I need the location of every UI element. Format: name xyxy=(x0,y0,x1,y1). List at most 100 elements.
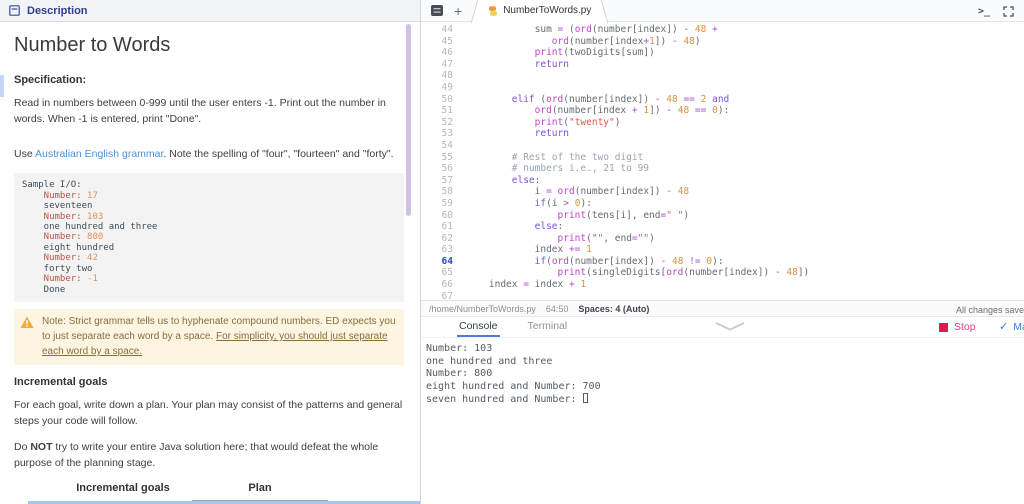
line-number: 52 xyxy=(441,116,453,128)
code-line[interactable]: 45 ord(number[index+1]) - 48) xyxy=(421,36,1024,48)
stop-icon xyxy=(939,322,948,332)
code-line[interactable]: 52 print("twenty") xyxy=(421,117,1024,129)
sample-io-line: Done xyxy=(22,284,66,295)
console-tab-bar: Console Terminal Stop ✓ Mark as Complete… xyxy=(421,317,1024,338)
goals-column-header: Incremental goals xyxy=(76,481,170,494)
line-number: 65 xyxy=(441,267,453,279)
code-line[interactable]: 66 index = index + 1 xyxy=(421,279,1024,291)
fullscreen-icon[interactable] xyxy=(1003,5,1014,17)
code-line[interactable]: 61 else: xyxy=(421,221,1024,233)
line-number: 60 xyxy=(441,209,453,221)
console-cursor xyxy=(582,393,588,404)
note-box: Note: Strict grammar tells us to hyphena… xyxy=(14,308,404,365)
console-output[interactable]: Number: 103 one hundred and three Number: … xyxy=(421,339,1024,504)
plan-paragraph-2: Do NOT try to write your entire Java sol… xyxy=(14,439,404,472)
line-number: 67 xyxy=(441,290,453,300)
plan-para2-bold: NOT xyxy=(30,440,53,453)
description-content: Number to Words Specification: Read in n… xyxy=(0,22,420,504)
indentation-setting[interactable]: Spaces: 4 (Auto) xyxy=(578,304,649,314)
code-line[interactable]: 59 if(i > 0): xyxy=(421,198,1024,210)
sample-io-line: Number: 103 xyxy=(22,211,104,222)
code-line[interactable]: 50 elif (ord(number[index]) - 48 == 2 an… xyxy=(421,94,1024,106)
code-line[interactable]: 60 print(tens[i], end=" ") xyxy=(421,210,1024,222)
console-line: Number: 103 xyxy=(426,343,493,354)
code-line[interactable]: 46 print(twoDigits[sum]) xyxy=(421,47,1024,59)
line-number: 64 xyxy=(441,255,453,267)
note-text: Note: Strict grammar tells us to hyphena… xyxy=(42,314,396,359)
specification-text: Read in numbers between 0-999 until the … xyxy=(14,97,386,126)
code-line[interactable]: 44 sum = (ord(number[index]) - 48 + xyxy=(421,24,1024,36)
console-line: seven hundred and Number: xyxy=(426,393,1024,407)
line-number: 61 xyxy=(441,221,453,233)
line-number: 51 xyxy=(441,105,453,117)
editor-tab-bar: + NumberToWords.py >_ xyxy=(421,0,1024,22)
code-line[interactable]: 64 if(ord(number[index]) - 48 != 0): xyxy=(421,256,1024,268)
line-number: 59 xyxy=(441,197,453,209)
description-header[interactable]: Description xyxy=(0,0,420,22)
grammar-post-text: . Note the spelling of "four", "fourteen… xyxy=(163,147,394,160)
sample-io-line: Sample I/O: xyxy=(22,180,82,191)
grammar-link[interactable]: Australian English grammar xyxy=(35,148,163,160)
sample-io-line: Number: 800 xyxy=(22,232,104,243)
line-number: 62 xyxy=(441,232,453,244)
line-number: 46 xyxy=(441,47,453,59)
open-terminal-icon[interactable]: >_ xyxy=(978,6,990,17)
tab-terminal[interactable]: Terminal xyxy=(526,320,570,337)
sample-io-line: eight hundred xyxy=(22,242,115,253)
panel-title: Description xyxy=(27,4,88,17)
sample-io-line: one hundred and three xyxy=(22,222,158,233)
line-number: 45 xyxy=(441,35,453,47)
goals-table-header: Incremental goals Plan xyxy=(14,482,404,494)
line-number: 48 xyxy=(441,70,453,82)
code-line[interactable]: 47 return xyxy=(421,59,1024,71)
grammar-pre-text: Use xyxy=(14,147,36,160)
code-line[interactable]: 48 xyxy=(421,70,1024,82)
tab-filename: NumberToWords.py xyxy=(503,5,592,16)
code-line[interactable]: 56 # numbers i.e., 21 to 99 xyxy=(421,163,1024,175)
sample-io-block: Sample I/O: Number: 17 seventeen Number:… xyxy=(14,173,404,302)
line-number: 57 xyxy=(441,174,453,186)
save-status: All changes saved xyxy=(956,305,1024,315)
tab-numbertowords[interactable]: NumberToWords.py xyxy=(478,0,602,22)
collapse-console-chevron-icon[interactable] xyxy=(715,322,745,331)
description-scrollbar[interactable] xyxy=(406,24,411,216)
file-tree-icon[interactable] xyxy=(431,5,443,16)
check-icon: ✓ xyxy=(999,321,1009,333)
code-line[interactable]: 49 xyxy=(421,82,1024,94)
collapse-panel-icon[interactable] xyxy=(9,5,20,16)
code-line[interactable]: 58 i = ord(number[index]) - 48 xyxy=(421,186,1024,198)
incremental-goals-heading: Incremental goals xyxy=(14,375,108,388)
console-line: Number: 800 xyxy=(426,368,493,380)
code-editor[interactable]: 44 sum = (ord(number[index]) - 48 +45 or… xyxy=(421,22,1024,300)
plan-column-header: Plan xyxy=(248,481,272,494)
tab-console[interactable]: Console xyxy=(457,320,500,337)
plan-paragraph-1: For each goal, write down a plan. Your p… xyxy=(14,398,403,428)
line-number: 63 xyxy=(441,244,453,256)
code-line[interactable]: 63 index += 1 xyxy=(421,244,1024,256)
cursor-position: 64:50 xyxy=(545,303,569,314)
warning-icon xyxy=(20,316,34,328)
code-line[interactable]: 51 ord(number[index + 1]) - 48 == 0): xyxy=(421,105,1024,117)
line-number: 53 xyxy=(441,128,453,140)
file-path: /home/NumberToWords.py xyxy=(429,303,536,314)
mark-completed-button[interactable]: ✓ Mark as Completed xyxy=(999,320,1024,334)
code-line[interactable]: 67 xyxy=(421,291,1024,300)
code-line[interactable]: 55 # Rest of the two digit xyxy=(421,152,1024,164)
line-number: 56 xyxy=(441,163,453,175)
line-number: 58 xyxy=(441,186,453,198)
grammar-paragraph: Use Australian English grammar. Note the… xyxy=(14,146,404,162)
new-tab-button[interactable]: + xyxy=(454,4,462,18)
stop-button[interactable]: Stop xyxy=(939,321,976,333)
code-line[interactable]: 54 xyxy=(421,140,1024,152)
code-line[interactable]: 57 else: xyxy=(421,175,1024,187)
line-number: 49 xyxy=(441,81,453,93)
code-line[interactable]: 53 return xyxy=(421,128,1024,140)
code-line[interactable]: 62 print("", end="") xyxy=(421,233,1024,245)
panel-edge-handle[interactable] xyxy=(0,75,4,97)
console-line: one hundred and three xyxy=(426,355,553,367)
plan-para2-pre: Do xyxy=(14,440,31,453)
specification-heading: Specification: xyxy=(14,74,87,86)
sample-io-line: Number: 17 xyxy=(22,190,98,201)
code-line[interactable]: 65 print(singleDigits[ord(number[index])… xyxy=(421,267,1024,279)
stop-label: Stop xyxy=(954,321,976,333)
